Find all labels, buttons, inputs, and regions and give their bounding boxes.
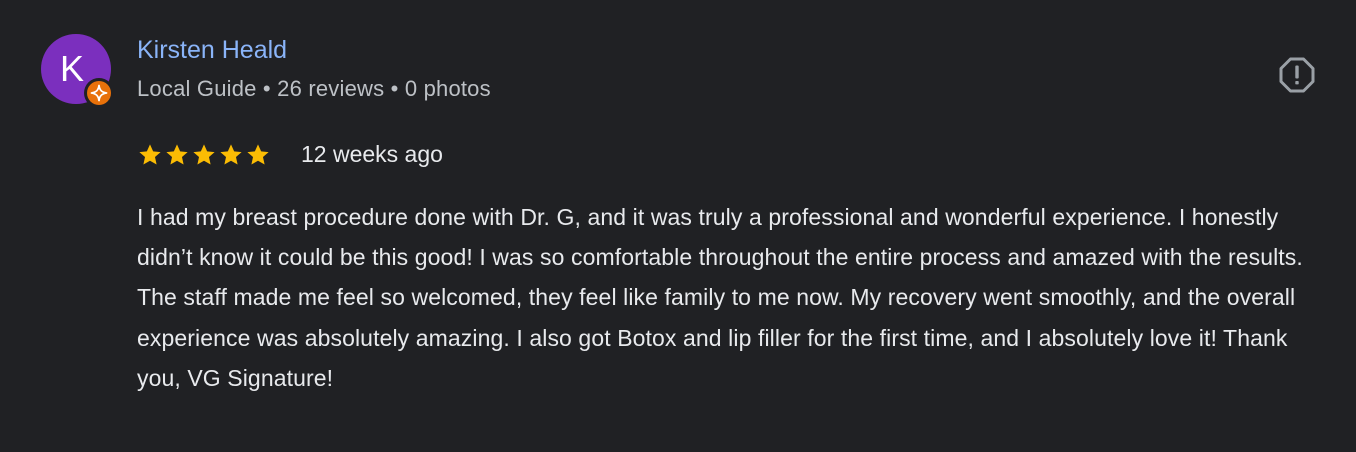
review-time: 12 weeks ago	[301, 141, 443, 167]
local-guide-star-icon	[90, 84, 108, 102]
local-guide-badge	[84, 78, 114, 108]
review-card: K Kirsten Heald Local Guide • 26 reviews…	[0, 0, 1356, 452]
author-name[interactable]: Kirsten Heald	[137, 36, 287, 65]
report-icon[interactable]	[1278, 56, 1316, 94]
star-icon	[139, 144, 161, 165]
star-icon	[220, 144, 242, 165]
author-meta: Local Guide • 26 reviews • 0 photos	[137, 76, 491, 101]
star-rating	[137, 142, 277, 168]
star-icon	[166, 144, 188, 165]
review-text: I had my breast procedure done with Dr. …	[137, 204, 1303, 391]
star-icon	[193, 144, 215, 165]
star-icon	[247, 144, 269, 165]
